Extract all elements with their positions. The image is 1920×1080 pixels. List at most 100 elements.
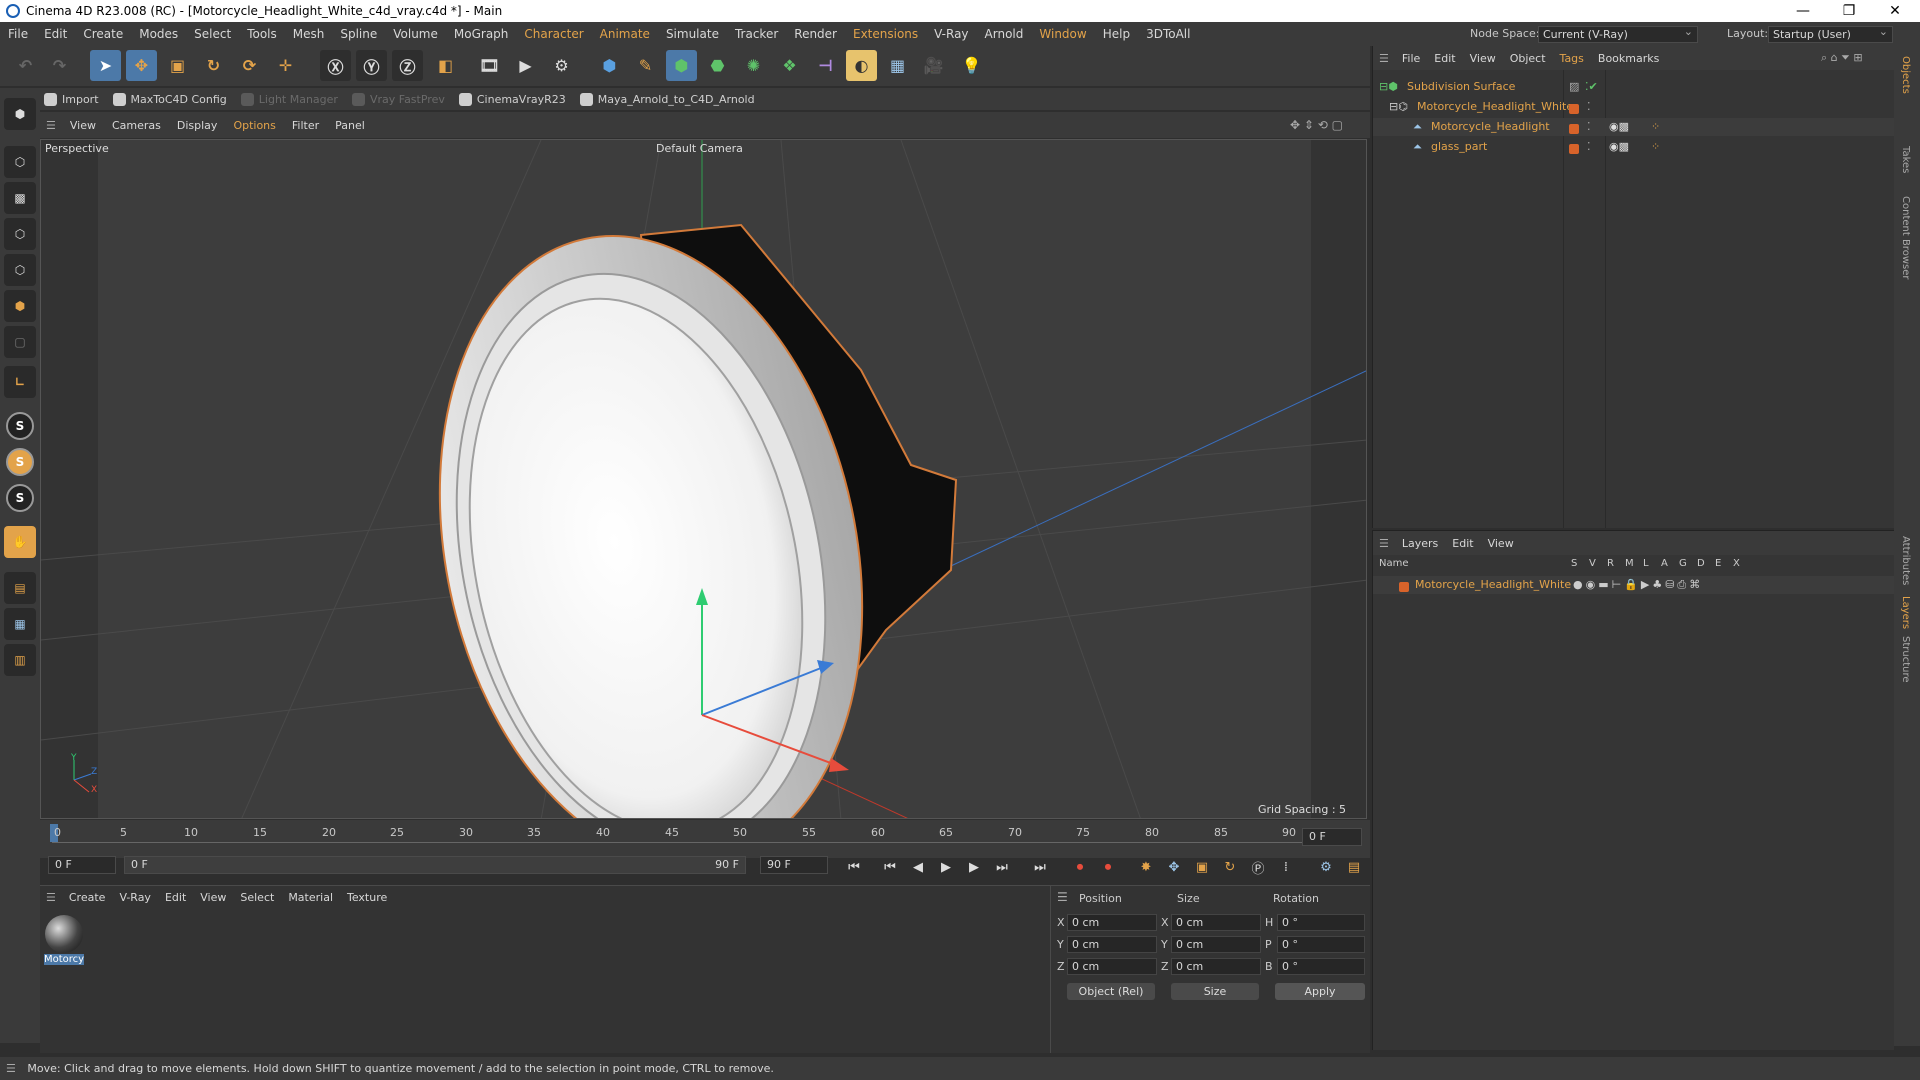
plugin-vray-fastprev[interactable]: Vray FastPrev [348, 92, 445, 106]
menu-arnold[interactable]: Arnold [977, 27, 1032, 41]
deformer-button[interactable]: ⊣ [810, 50, 841, 81]
key-rotation-icon[interactable]: ↻ [1218, 855, 1242, 879]
close-button[interactable]: ✕ [1872, 0, 1918, 22]
volume-builder-button[interactable]: ❖ [774, 50, 805, 81]
viewport-menu-cameras[interactable]: Cameras [104, 119, 169, 132]
snap-s-icon[interactable]: S [6, 412, 34, 440]
material-menu-edit[interactable]: Edit [158, 891, 193, 904]
model-mode-button[interactable]: ⬡ [4, 146, 36, 178]
object-menu-bookmarks[interactable]: Bookmarks [1591, 52, 1666, 65]
go-to-start-icon[interactable]: ⏮ [842, 855, 866, 879]
menu-character[interactable]: Character [516, 27, 591, 41]
extrude-button[interactable]: ⬣ [702, 50, 733, 81]
cube-object-button[interactable]: ⬢ [594, 50, 625, 81]
redo-button[interactable]: ↷ [44, 50, 75, 81]
tweak-mode-button[interactable]: ✋ [4, 526, 36, 558]
next-key-icon[interactable]: ⏭ [990, 855, 1014, 879]
render-view-button[interactable]: 🎞 [474, 50, 505, 81]
material-menu-create[interactable]: Create [62, 891, 113, 904]
viewport-menu-view[interactable]: View [62, 119, 104, 132]
object-row-subdivision-surface[interactable]: ⊟⬢ Subdivision Surface ▨ ⁚✔ [1373, 78, 1895, 96]
side-tab-content-browser[interactable]: Content Browser [1900, 196, 1911, 279]
select-tool-button[interactable]: ➤ [90, 50, 121, 81]
side-tab-objects[interactable]: Objects [1900, 56, 1911, 94]
layer-menu-layers[interactable]: Layers [1395, 537, 1445, 550]
light-button[interactable]: 💡 [956, 50, 987, 81]
layer-toggle-icon[interactable]: ▨ [1569, 78, 1579, 96]
enabled-check-icon[interactable]: ⁚✔ [1585, 78, 1598, 96]
layer-flag-icons[interactable]: ●◉▬⊢🔒▶♣⛁⎙⌘ [1573, 576, 1703, 594]
minimize-button[interactable]: — [1780, 0, 1826, 22]
apply-button[interactable]: Apply [1275, 983, 1365, 1000]
uv-mode-button[interactable]: ▢ [4, 326, 36, 358]
menu-tracker[interactable]: Tracker [727, 27, 786, 41]
menu-extensions[interactable]: Extensions [845, 27, 926, 41]
y-axis-lock-button[interactable]: Ⓨ [356, 50, 387, 81]
material-menu-texture[interactable]: Texture [340, 891, 394, 904]
go-to-end-icon[interactable]: ⏭ [1028, 855, 1052, 879]
snap-settings-icon[interactable]: S [6, 448, 34, 476]
size-y-field[interactable]: 0 cm [1171, 936, 1261, 953]
mograph-cloner-button[interactable]: ✺ [738, 50, 769, 81]
key-pla-icon[interactable]: ⁞ [1274, 855, 1298, 879]
size-mode-dropdown[interactable]: Size [1171, 983, 1259, 1000]
layout-dropdown[interactable]: Startup (User) [1768, 24, 1893, 43]
viewport-camera-label[interactable]: Default Camera [656, 142, 743, 155]
plugin-light-manager[interactable]: Light Manager [237, 92, 338, 106]
3d-viewport[interactable]: Perspective Default Camera Grid Spacing … [40, 139, 1367, 819]
object-row-headlight-white[interactable]: ⊟⌬ Motorcycle_Headlight_White ⁚ [1373, 98, 1895, 116]
coordinate-system-button[interactable]: ◧ [430, 50, 461, 81]
menu-select[interactable]: Select [186, 27, 239, 41]
scale-tool-button[interactable]: ▣ [162, 50, 193, 81]
material-menu-material[interactable]: Material [281, 891, 340, 904]
camera-button[interactable]: 🎥 [918, 50, 949, 81]
layer-row[interactable]: Motorcycle_Headlight_White ●◉▬⊢🔒▶♣⛁⎙⌘ [1373, 576, 1895, 594]
viewport-menu-filter[interactable]: Filter [284, 119, 327, 132]
menu-modes[interactable]: Modes [131, 27, 186, 41]
render-settings-button[interactable]: ⚙ [546, 50, 577, 81]
pos-x-field[interactable]: 0 cm [1067, 914, 1157, 931]
plugin-maya-arnold[interactable]: Maya_Arnold_to_C4D_Arnold [576, 92, 755, 106]
record-keys-icon[interactable]: ⏺ [1068, 855, 1092, 879]
edges-mode-button[interactable]: ⬡ [4, 254, 36, 286]
timeline-ruler[interactable]: 0 5 10 15 20 25 30 35 40 45 50 55 60 65 … [40, 820, 1370, 858]
plugin-maxtoc4d-config[interactable]: MaxToC4D Config [109, 92, 227, 106]
menu-volume[interactable]: Volume [385, 27, 446, 41]
timeline-end-field[interactable]: 0 F [1302, 828, 1362, 846]
rot-b-field[interactable]: 0 ° [1277, 958, 1365, 975]
object-menu-tags[interactable]: Tags [1553, 52, 1591, 65]
object-row-headlight[interactable]: ⏶ Motorcycle_Headlight ⁚ ◉▩ ⁘ [1373, 118, 1895, 136]
key-position-icon[interactable]: ✥ [1162, 855, 1186, 879]
object-hamburger-icon[interactable]: ☰ [1379, 52, 1389, 65]
transform-tool-button[interactable]: ✛ [270, 50, 301, 81]
locked-workplane-button[interactable]: ▥ [4, 644, 36, 676]
coord-hamburger-icon[interactable]: ☰ [1057, 890, 1068, 904]
object-search-icons[interactable]: ⌕ ⌂ ⏷ ⊞ [1821, 51, 1863, 65]
pos-z-field[interactable]: 0 cm [1067, 958, 1157, 975]
recent-tool-button[interactable]: ⟳ [234, 50, 265, 81]
object-menu-file[interactable]: File [1395, 52, 1427, 65]
material-menu-select[interactable]: Select [233, 891, 281, 904]
layer-color-swatch[interactable] [1569, 142, 1579, 160]
viewport-menu-options[interactable]: Options [225, 119, 283, 132]
visibility-dots-icon[interactable]: ⁚ [1587, 118, 1591, 136]
viewport-menu-panel[interactable]: Panel [327, 119, 373, 132]
rot-p-field[interactable]: 0 ° [1277, 936, 1365, 953]
field-button[interactable]: ◐ [846, 50, 877, 81]
layer-menu-view[interactable]: View [1481, 537, 1521, 550]
size-z-field[interactable]: 0 cm [1171, 958, 1261, 975]
key-parameter-icon[interactable]: Ⓟ [1246, 855, 1270, 879]
side-tab-attributes[interactable]: Attributes [1900, 536, 1911, 585]
menu-spline[interactable]: Spline [332, 27, 385, 41]
object-menu-edit[interactable]: Edit [1427, 52, 1462, 65]
hamburger-icon[interactable]: ☰ [46, 119, 56, 132]
menu-render[interactable]: Render [786, 27, 845, 41]
object-menu-view[interactable]: View [1463, 52, 1503, 65]
current-frame-field[interactable]: 0 F [48, 856, 116, 874]
floor-button[interactable]: ▦ [882, 50, 913, 81]
layer-color-swatch[interactable] [1399, 580, 1409, 598]
side-tab-layers[interactable]: Layers [1900, 596, 1911, 629]
material-menu-view[interactable]: View [193, 891, 233, 904]
previous-key-icon[interactable]: ⏮ [878, 855, 902, 879]
material-menu-vray[interactable]: V-Ray [112, 891, 158, 904]
